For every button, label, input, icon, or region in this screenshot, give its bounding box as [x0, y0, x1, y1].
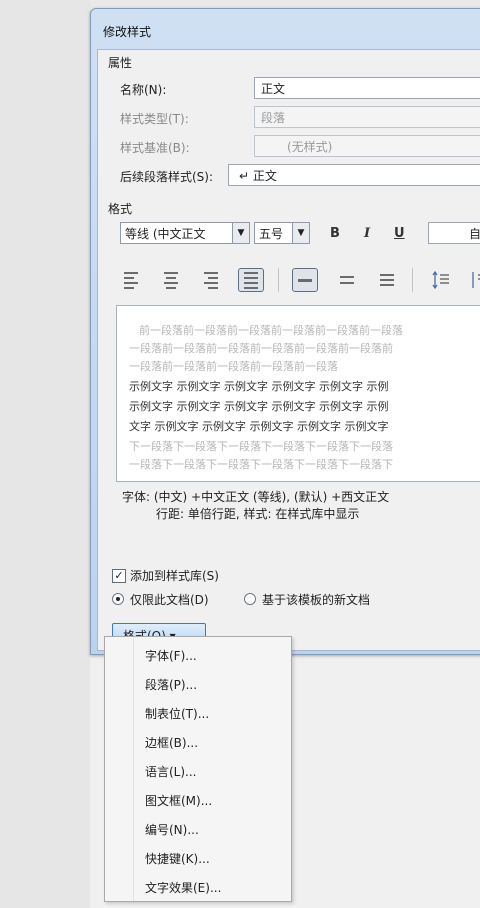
- next-paragraph-style-label: 后续段落样式(S):: [120, 170, 214, 184]
- menu-item-shortcut-key[interactable]: 快捷键(K)...: [145, 850, 210, 867]
- style-based-on-label: 样式基准(B):: [120, 141, 190, 155]
- double-spacing-icon[interactable]: [374, 268, 400, 292]
- font-size-select[interactable]: 五号 ▼: [254, 222, 310, 244]
- style-type-select[interactable]: 段落: [254, 106, 480, 128]
- bold-button[interactable]: B: [330, 226, 340, 241]
- next-paragraph-style-select[interactable]: ↵ 正文: [228, 164, 480, 186]
- formatting-section-label: 格式: [108, 202, 133, 216]
- decrease-paragraph-spacing-icon[interactable]: [466, 268, 480, 292]
- preview-previous-paragraph: 一段落前一段落前一段落前一段落前一段落: [129, 360, 338, 373]
- name-label: 名称(N):: [120, 83, 167, 97]
- menu-item-text-effects[interactable]: 文字效果(E)...: [145, 879, 221, 896]
- align-left-icon[interactable]: [118, 268, 144, 292]
- only-this-document-label: 仅限此文档(D): [130, 593, 209, 607]
- style-preview: 前一段落前一段落前一段落前一段落前一段落前一段落 一段落前一段落前一段落前一段落…: [116, 305, 480, 482]
- dialog-client-area: 属性 名称(N): 正文 样式类型(T): 段落 样式基准(B): (无样式) …: [97, 49, 480, 651]
- style-description-line: 字体: (中文) +中文正文 (等线), (默认) +西文正文: [122, 490, 390, 504]
- font-color-select[interactable]: 自: [428, 222, 480, 244]
- preview-previous-paragraph: 前一段落前一段落前一段落前一段落前一段落前一段落: [139, 324, 403, 337]
- menu-item-tabs[interactable]: 制表位(T)...: [145, 705, 209, 722]
- dialog-title: 修改样式: [103, 25, 152, 39]
- add-to-gallery-checkbox[interactable]: ✓: [112, 569, 126, 583]
- single-spacing-icon[interactable]: [292, 268, 318, 292]
- chevron-down-icon: ▼: [292, 223, 309, 243]
- italic-button[interactable]: I: [364, 226, 370, 241]
- properties-section-label: 属性: [108, 56, 133, 70]
- style-based-on-select[interactable]: (无样式): [254, 135, 480, 157]
- new-documents-template-radio[interactable]: [244, 593, 256, 605]
- align-center-icon[interactable]: [158, 268, 184, 292]
- toolbar-divider: [412, 268, 413, 292]
- underline-button[interactable]: U: [394, 226, 405, 241]
- style-type-label: 样式类型(T):: [120, 112, 189, 126]
- toolbar-divider: [278, 268, 279, 292]
- font-size-value: 五号: [259, 227, 284, 241]
- menu-gutter-divider: [133, 637, 134, 901]
- preview-sample-text: 示例文字 示例文字 示例文字 示例文字 示例文字 示例: [129, 380, 389, 393]
- menu-item-paragraph[interactable]: 段落(P)...: [145, 676, 197, 693]
- menu-item-border[interactable]: 边框(B)...: [145, 734, 198, 751]
- menu-item-numbering[interactable]: 编号(N)...: [145, 821, 199, 838]
- align-right-icon[interactable]: [198, 268, 224, 292]
- format-dropdown-menu: 字体(F)... 段落(P)... 制表位(T)... 边框(B)... 语言(…: [104, 636, 292, 902]
- line-spacing-1-5-icon[interactable]: [334, 268, 360, 292]
- font-select[interactable]: 等线 (中文正文 ▼: [120, 222, 250, 244]
- menu-item-frame[interactable]: 图文框(M)...: [145, 792, 212, 809]
- style-description-line: 行距: 单倍行距, 样式: 在样式库中显示: [156, 507, 360, 521]
- menu-item-font[interactable]: 字体(F)...: [145, 647, 197, 664]
- font-select-value: 等线 (中文正文: [125, 227, 206, 241]
- preview-next-paragraph: 下一段落下一段落下一段落下一段落下一段落下一段落: [129, 440, 393, 453]
- background-left: [0, 0, 90, 908]
- preview-next-paragraph: 一段落下一段落下一段落下一段落下一段落下一段落下: [129, 458, 393, 471]
- new-documents-template-label: 基于该模板的新文档: [262, 593, 371, 607]
- modify-style-dialog: 修改样式 属性 名称(N): 正文 样式类型(T): 段落 样式基准(B): (…: [90, 8, 480, 655]
- name-input[interactable]: 正文: [254, 77, 480, 99]
- preview-sample-text: 示例文字 示例文字 示例文字 示例文字 示例文字 示例: [129, 400, 389, 413]
- align-justify-icon[interactable]: [238, 268, 264, 292]
- only-this-document-radio[interactable]: [112, 593, 124, 605]
- add-to-gallery-label: 添加到样式库(S): [130, 569, 219, 583]
- increase-paragraph-spacing-icon[interactable]: [428, 268, 454, 292]
- preview-sample-text: 文字 示例文字 示例文字 示例文字 示例文字 示例文字: [129, 420, 389, 433]
- preview-previous-paragraph: 一段落前一段落前一段落前一段落前一段落前一段落前: [129, 342, 393, 355]
- chevron-down-icon: ▼: [232, 223, 249, 243]
- menu-item-language[interactable]: 语言(L)...: [145, 763, 197, 780]
